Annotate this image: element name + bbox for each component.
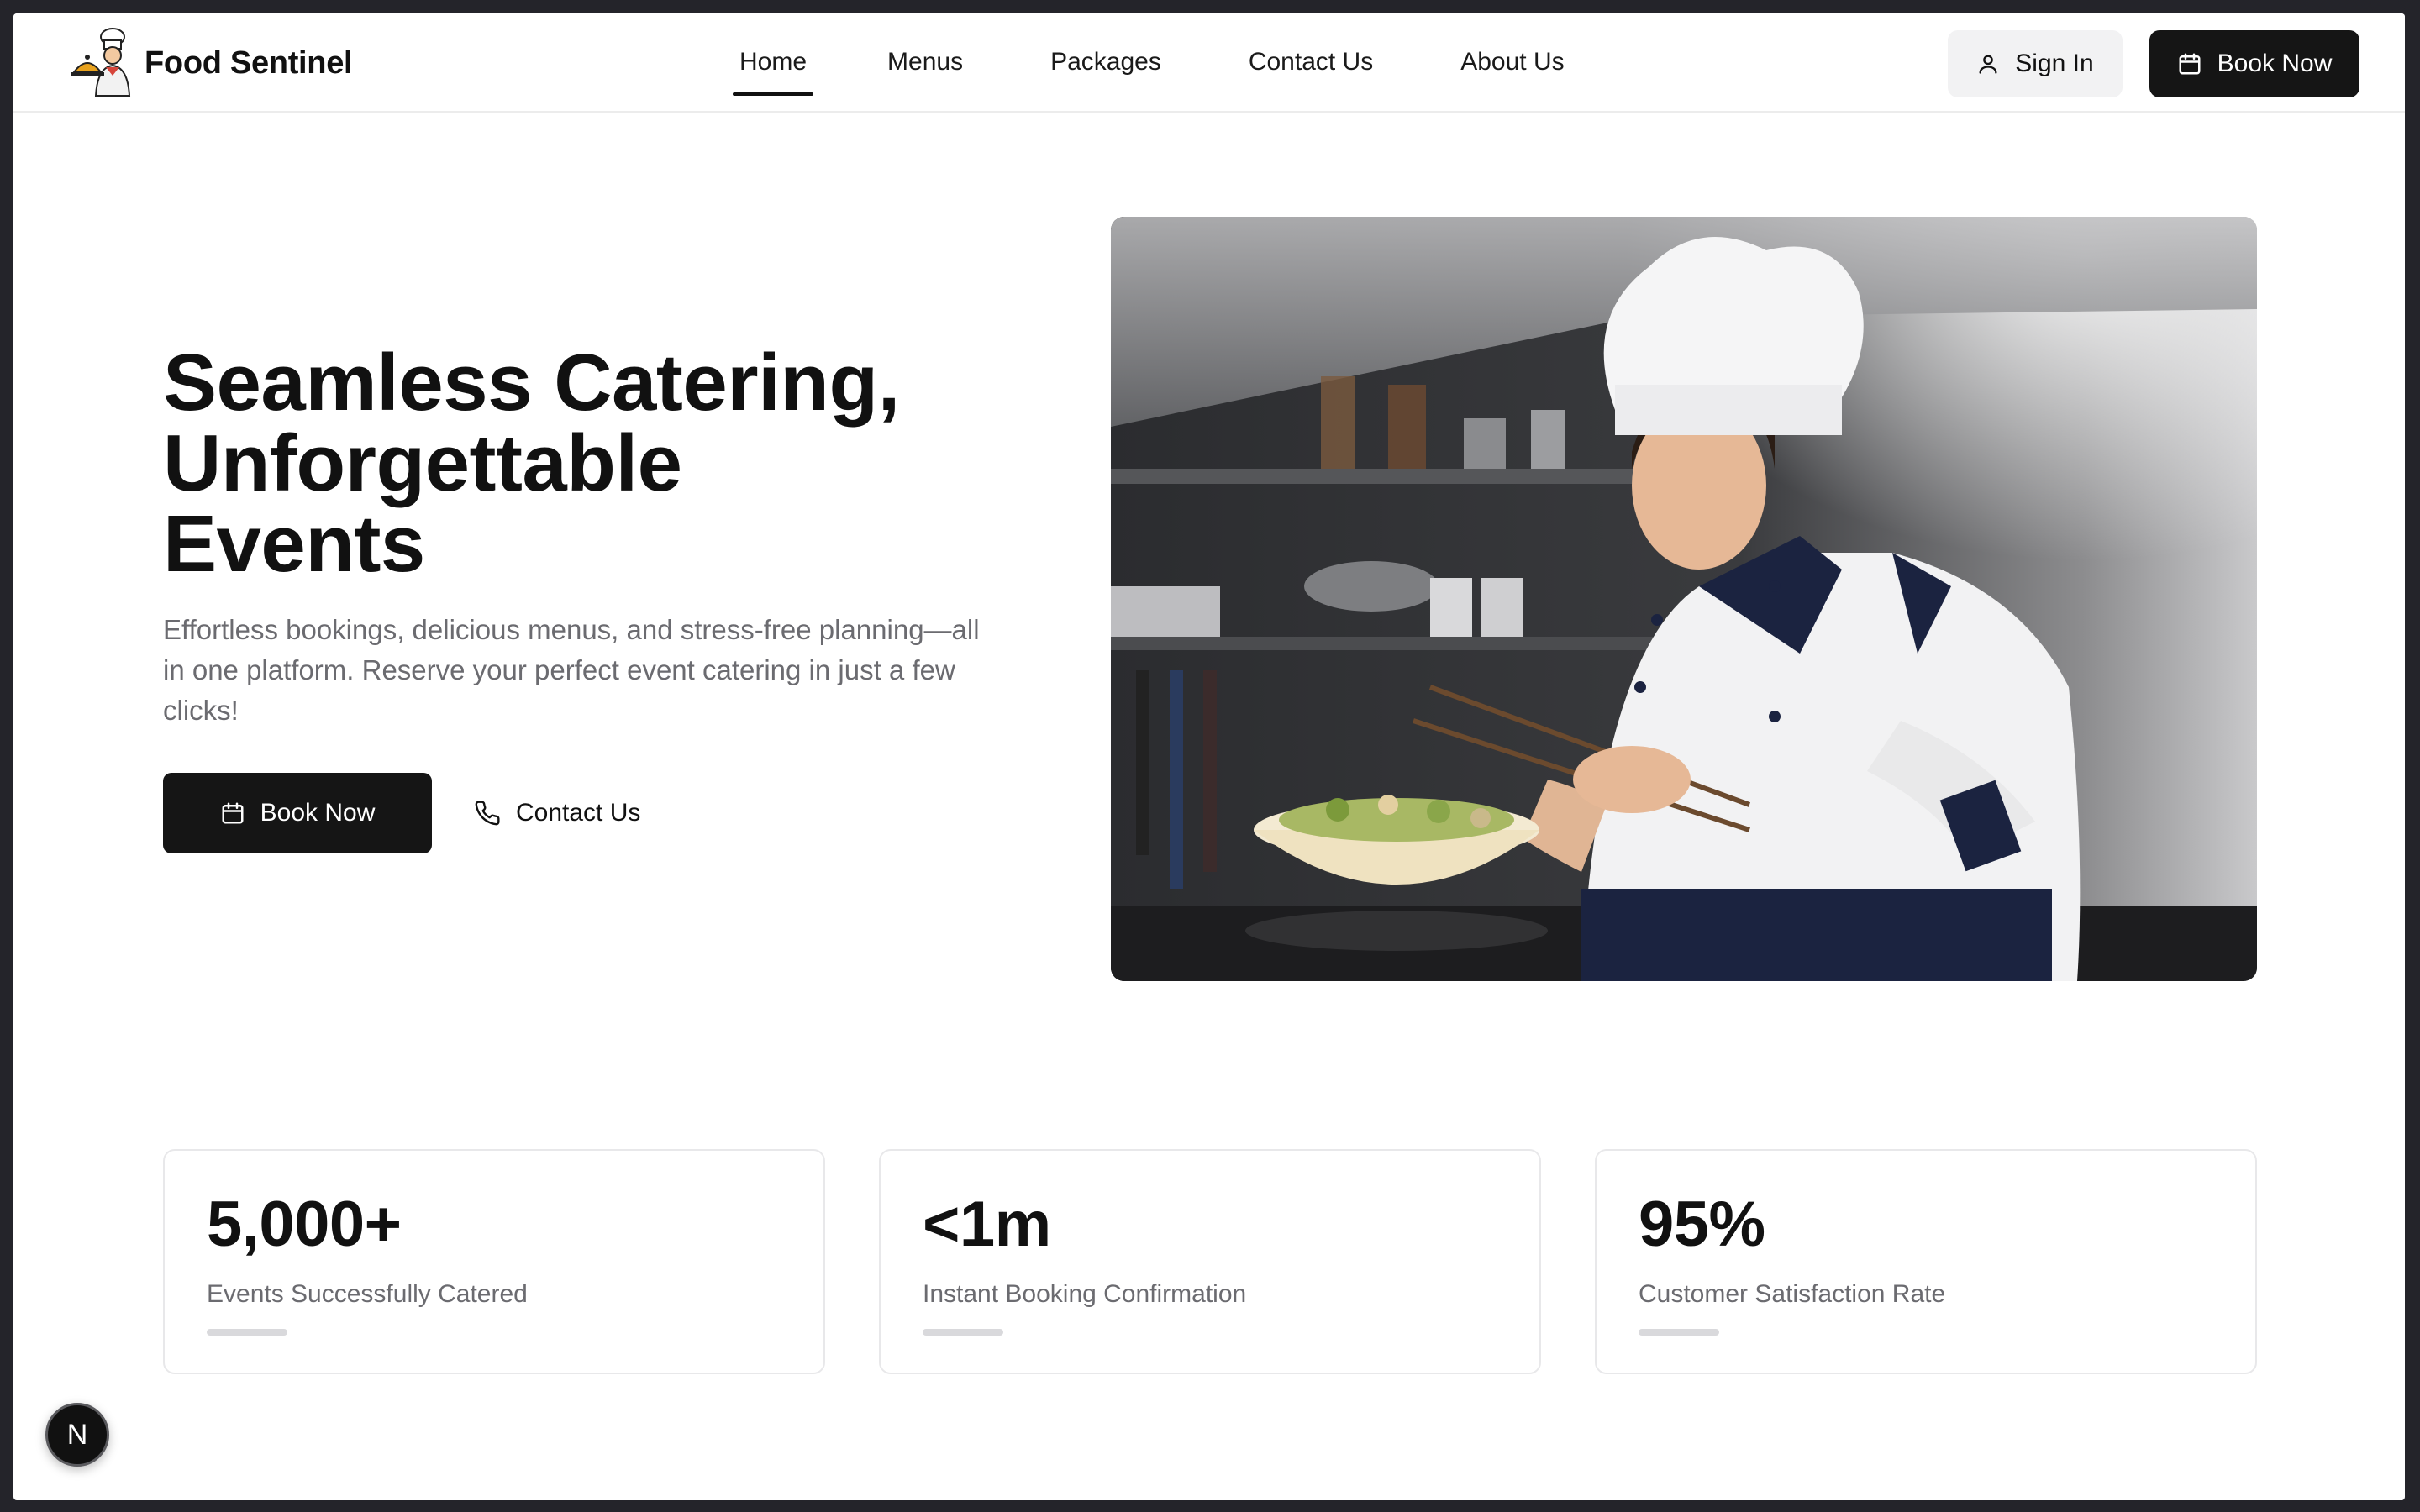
brand-name: Food Sentinel <box>145 45 353 81</box>
dev-tools-badge[interactable]: N <box>45 1403 109 1467</box>
hero-description: Effortless bookings, delicious menus, an… <box>163 614 980 726</box>
book-now-nav-label: Book Now <box>2217 50 2333 77</box>
hero-title-line-1: Seamless Catering, <box>163 338 900 428</box>
stat-accent-bar <box>923 1329 1003 1336</box>
phone-icon <box>475 801 500 826</box>
stat-value: 95% <box>1639 1189 1765 1260</box>
stat-card-satisfaction: 95% Customer Satisfaction Rate <box>1595 1149 2257 1374</box>
book-now-hero-label: Book Now <box>260 799 376 827</box>
hero-chef-image <box>1111 217 2257 981</box>
calendar-icon <box>2179 53 2201 75</box>
user-icon <box>1979 55 1997 74</box>
hero-title-line-3: Events <box>163 499 425 589</box>
stat-label: Instant Booking Confirmation <box>923 1280 1247 1308</box>
stat-card-events: 5,000+ Events Successfully Catered <box>163 1149 825 1374</box>
sign-in-button[interactable]: Sign In <box>1948 30 2123 97</box>
nav-about-us[interactable]: About Us <box>1460 13 1564 111</box>
chef-logo-icon <box>62 24 143 102</box>
stat-accent-bar <box>1639 1329 1719 1336</box>
nav-home[interactable]: Home <box>732 13 814 111</box>
browser-window: Food Sentinel Home Menus Packages Contac… <box>13 13 2405 1500</box>
brand[interactable]: Food Sentinel <box>62 24 353 102</box>
calendar-icon <box>222 802 244 824</box>
navbar: Food Sentinel Home Menus Packages Contac… <box>13 13 2405 113</box>
hero-title-line-2: Unforgettable <box>163 418 682 508</box>
book-now-nav-button[interactable]: Book Now <box>2149 30 2360 97</box>
contact-us-hero-label: Contact Us <box>516 799 641 827</box>
nav-packages[interactable]: Packages <box>1050 13 1161 111</box>
stat-label: Events Successfully Catered <box>207 1280 528 1308</box>
main-nav: Home Menus Packages Contact Us About Us <box>719 13 1565 111</box>
stat-card-booking: <1m Instant Booking Confirmation <box>879 1149 1541 1374</box>
stat-accent-bar <box>207 1329 287 1336</box>
stat-value: 5,000+ <box>207 1189 402 1260</box>
contact-us-hero-button[interactable]: Contact Us <box>474 773 640 853</box>
stat-value: <1m <box>923 1189 1051 1260</box>
stat-label: Customer Satisfaction Rate <box>1639 1280 1946 1308</box>
book-now-hero-button[interactable]: Book Now <box>163 773 432 853</box>
hero-title: Seamless Catering, Unforgettable Events <box>163 343 1037 585</box>
nav-menus[interactable]: Menus <box>887 13 963 111</box>
nav-contact-us[interactable]: Contact Us <box>1249 13 1373 111</box>
sign-in-label: Sign In <box>2015 50 2094 77</box>
